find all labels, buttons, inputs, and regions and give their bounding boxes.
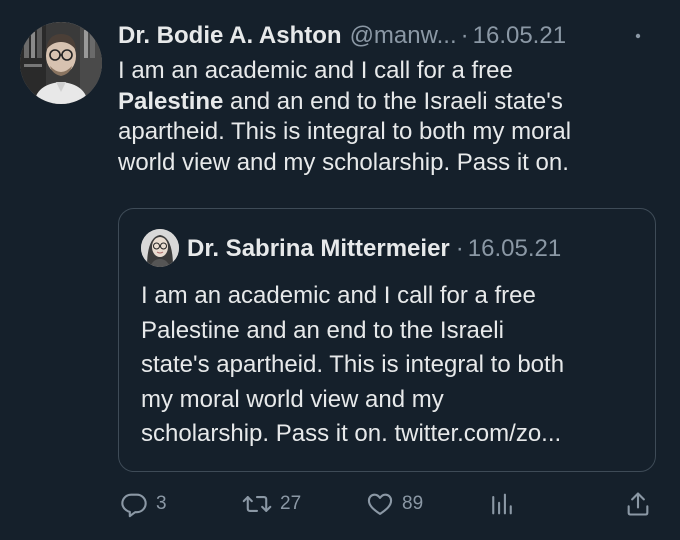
tweet-date[interactable]: 16.05.21 xyxy=(473,20,566,52)
quoted-author-name: Dr. Sabrina Mittermeier xyxy=(187,235,450,262)
tweet-header: Dr. Bodie A. Ashton @manw... · 16.05.21 xyxy=(118,20,566,52)
tweet-text-fragment: and an end to the Israeli state's xyxy=(223,87,563,115)
quoted-text-line: Palestine and an end to the Israeli xyxy=(141,316,504,344)
quoted-author-avatar xyxy=(141,229,179,267)
separator-dot: · xyxy=(460,22,469,49)
heart-icon xyxy=(366,490,394,518)
quoted-text-line: my moral world view and my xyxy=(141,385,444,413)
reply-button[interactable]: 3 xyxy=(120,484,167,524)
like-count: 89 xyxy=(402,493,424,514)
quoted-text-line: scholarship. Pass it on. twitter.com/zo.… xyxy=(141,420,562,447)
action-bar: 3 27 89 xyxy=(118,484,658,524)
retweet-icon xyxy=(242,490,272,518)
retweet-count: 27 xyxy=(280,493,302,514)
quoted-tweet-header: Dr. Sabrina Mittermeier · 16.05.21 xyxy=(187,233,561,265)
tweet[interactable]: Dr. Bodie A. Ashton @manw... · 16.05.21 … xyxy=(0,0,680,540)
tweet-text-line: I am an academic and I call for a free xyxy=(118,57,513,84)
tweet-text: I am an academic and I call for a free P… xyxy=(118,56,658,178)
author-handle[interactable]: @manw... xyxy=(350,20,457,52)
tweet-text-line: world view and my scholarship. Pass it o… xyxy=(118,148,569,176)
share-icon xyxy=(624,490,652,518)
quoted-text-line: state's apartheid. This is integral to b… xyxy=(141,351,565,378)
like-button[interactable]: 89 xyxy=(366,484,423,524)
tweet-text-line: apartheid. This is integral to both my m… xyxy=(118,118,572,145)
bold-word: Palestine xyxy=(118,87,224,115)
share-button[interactable] xyxy=(624,484,652,524)
views-button[interactable] xyxy=(488,484,516,524)
separator-dot: · xyxy=(455,235,464,262)
quoted-tweet[interactable]: Dr. Sabrina Mittermeier · 16.05.21 I am … xyxy=(118,208,656,472)
quoted-tweet-date: 16.05.21 xyxy=(467,235,562,262)
more-icon[interactable] xyxy=(618,22,658,50)
quoted-tweet-text: I am an academic and I call for a free P… xyxy=(141,279,641,452)
quoted-text-line: I am an academic and I call for a free xyxy=(141,282,536,309)
bar-chart-icon xyxy=(488,490,516,518)
author-name[interactable]: Dr. Bodie A. Ashton xyxy=(118,20,342,52)
author-avatar[interactable] xyxy=(20,22,102,104)
reply-count: 3 xyxy=(156,493,167,514)
tweet-text-line: Palestine and an end to the Israeli stat… xyxy=(118,87,658,118)
reply-icon xyxy=(120,490,148,518)
retweet-button[interactable]: 27 xyxy=(242,484,301,524)
